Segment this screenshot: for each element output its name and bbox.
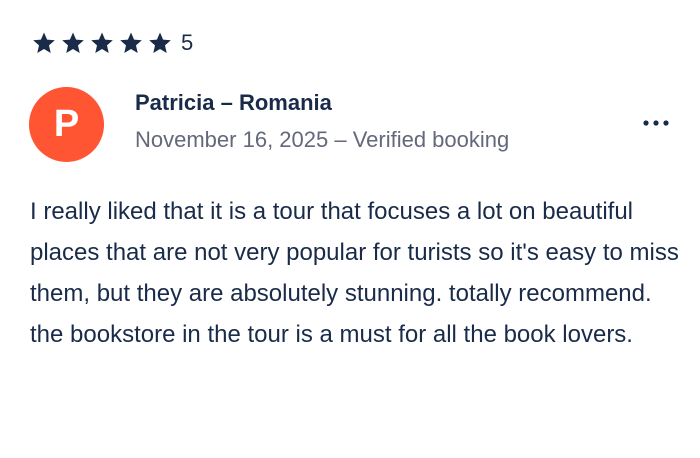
star-rating bbox=[32, 31, 172, 55]
avatar: P bbox=[29, 87, 104, 162]
rating-value: 5 bbox=[181, 30, 194, 55]
star-icon bbox=[119, 31, 143, 55]
more-options-button[interactable] bbox=[636, 108, 676, 138]
reviewer-name: Patricia – Romania bbox=[135, 90, 332, 115]
more-horizontal-icon bbox=[643, 120, 669, 126]
star-icon bbox=[90, 31, 114, 55]
star-icon bbox=[61, 31, 85, 55]
star-icon bbox=[32, 31, 56, 55]
review-date-verified: November 16, 2025 – Verified booking bbox=[135, 127, 510, 152]
review-text: I really liked that it is a tour that fo… bbox=[30, 198, 679, 348]
star-icon bbox=[148, 31, 172, 55]
rating-row: 5 bbox=[32, 28, 193, 58]
